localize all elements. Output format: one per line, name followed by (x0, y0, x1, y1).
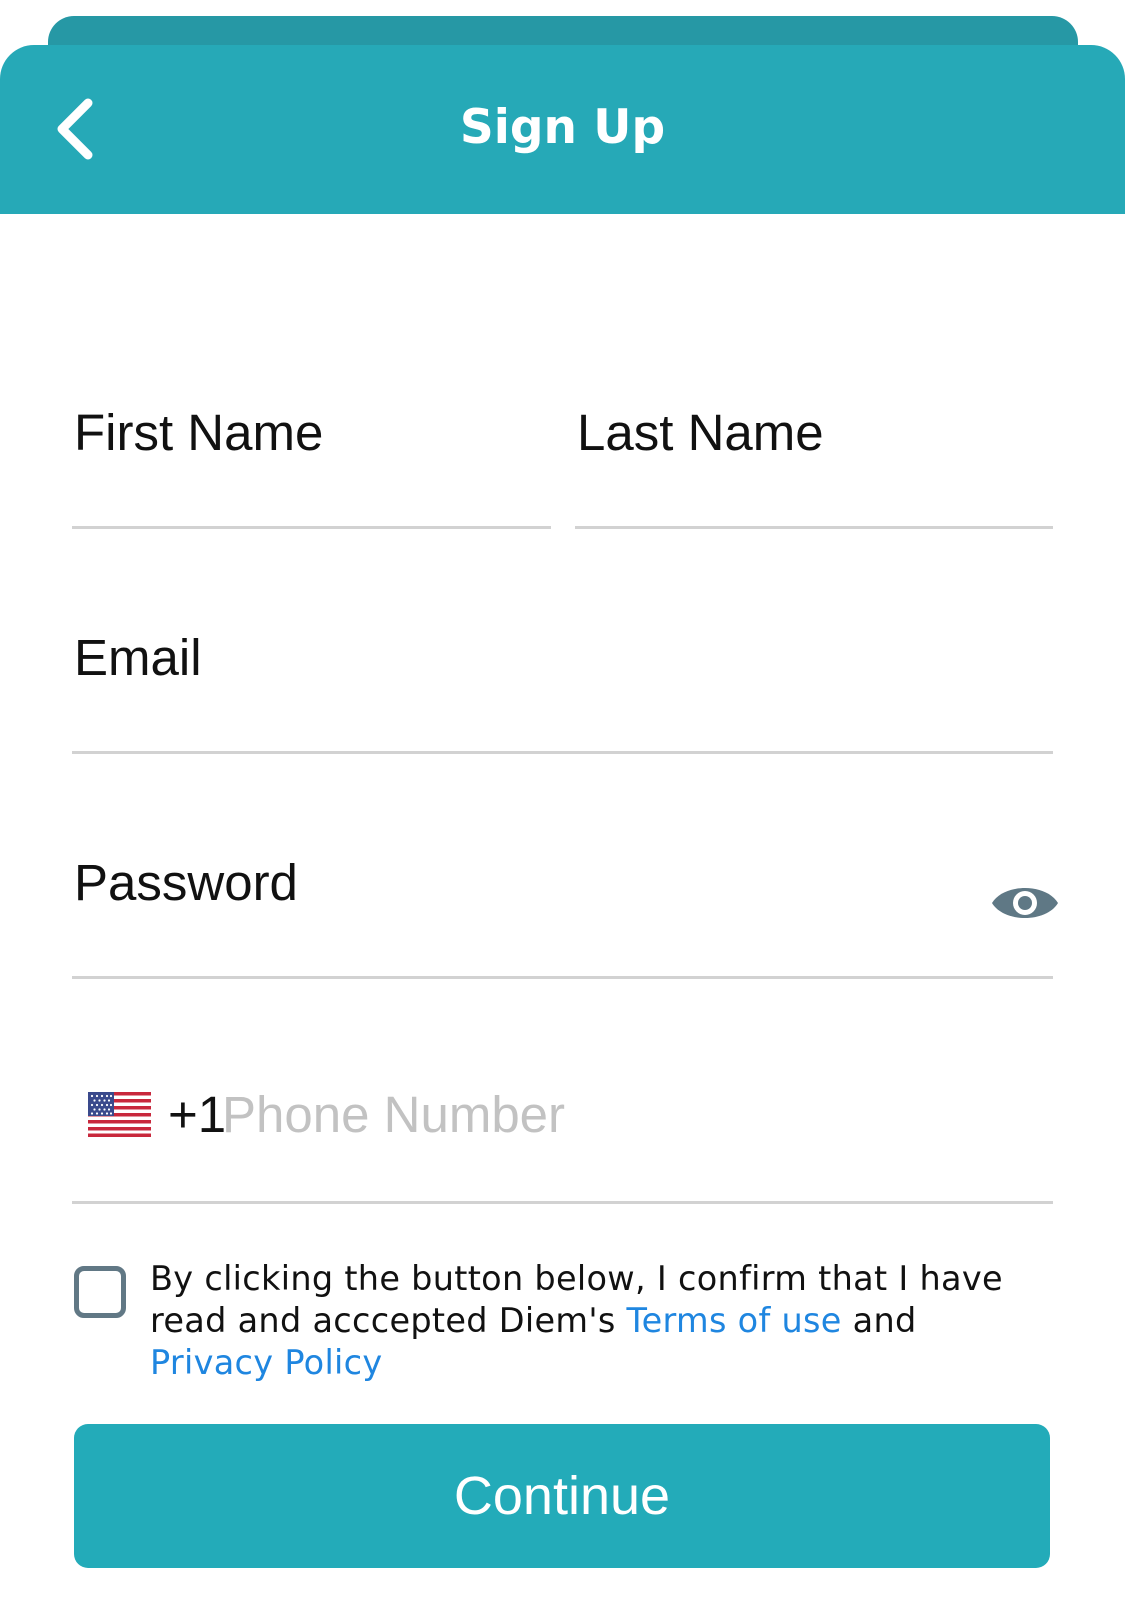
country-code: +1 (168, 1086, 227, 1143)
consent-text-middle: and (841, 1301, 917, 1340)
terms-of-use-link[interactable]: Terms of use (627, 1301, 842, 1340)
password-underline (72, 976, 1053, 979)
password-field[interactable]: Password (74, 853, 298, 913)
continue-button[interactable]: Continue (74, 1424, 1050, 1568)
consent-text: By clicking the button below, I confirm … (150, 1258, 1050, 1384)
first-name-field[interactable]: First Name (74, 403, 323, 463)
terms-checkbox[interactable] (74, 1266, 126, 1318)
email-underline (72, 751, 1053, 754)
privacy-policy-link[interactable]: Privacy Policy (150, 1343, 383, 1382)
header-bar: Sign Up (0, 45, 1125, 214)
page-title: Sign Up (459, 100, 666, 155)
email-field[interactable]: Email (74, 628, 202, 688)
us-flag-icon[interactable] (88, 1092, 151, 1137)
eye-icon[interactable] (990, 876, 1060, 930)
first-name-underline (72, 526, 551, 529)
phone-number-input[interactable] (222, 1080, 1052, 1150)
phone-underline (72, 1201, 1053, 1204)
last-name-field[interactable]: Last Name (577, 403, 824, 463)
last-name-underline (575, 526, 1053, 529)
